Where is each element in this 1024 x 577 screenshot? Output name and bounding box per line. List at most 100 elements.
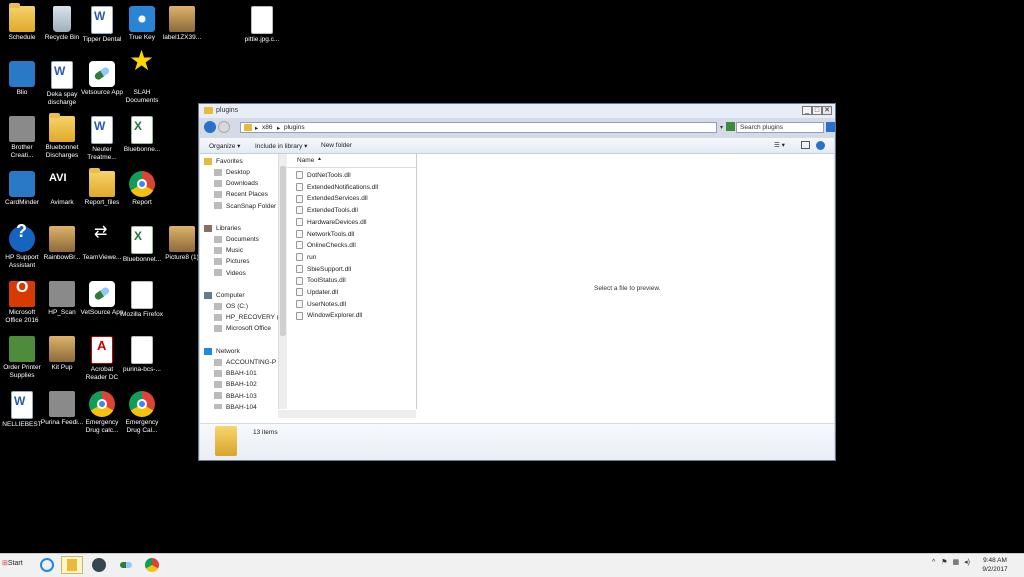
preview-pane-icon[interactable] (801, 141, 810, 149)
desktop-icon-pittie-jpg-c[interactable]: pittie.jpg.c... (240, 6, 284, 44)
file-row[interactable]: OnlineChecks.dll (296, 240, 356, 251)
desktop-icon-avimark[interactable]: Avimark (40, 171, 84, 207)
nav-item[interactable]: HP_RECOVERY (D (214, 313, 278, 323)
help-icon[interactable] (816, 141, 825, 150)
desktop-icon-nelliebest[interactable]: NELLIEBEST (0, 391, 44, 429)
desktop-icon-acrobat-reader-dc[interactable]: Acrobat Reader DC (80, 336, 124, 381)
nav-scrollbar[interactable] (278, 154, 287, 409)
nav-item[interactable]: Pictures (214, 257, 249, 267)
scrollbar-thumb[interactable] (280, 166, 286, 336)
chrome-taskbar-icon[interactable] (141, 556, 163, 574)
nav-item[interactable]: ScanSnap Folder (214, 202, 276, 212)
file-row[interactable]: UserNotes.dll (296, 299, 346, 310)
desktop-icon-schedule[interactable]: Schedule (0, 3, 44, 42)
nav-item[interactable]: Documents (214, 235, 259, 245)
network-icon[interactable]: ▦ (952, 559, 959, 566)
system-tool-icon[interactable] (88, 556, 110, 574)
desktop-icon-purina-feedi[interactable]: Purina Feedi... (40, 391, 84, 427)
desktop-icon-emergency-drug-cal[interactable]: Emergency Drug Cal... (120, 391, 164, 434)
vetsource-taskbar-icon[interactable] (115, 556, 137, 574)
desktop-icon-rainbowbr[interactable]: RainbowBr... (40, 226, 84, 262)
file-row[interactable]: HardwareDevices.dll (296, 217, 367, 228)
refresh-icon[interactable] (726, 122, 735, 131)
file-row[interactable]: DotNetTools.dll (296, 170, 351, 181)
desktop-icon-true-key[interactable]: True Key (120, 6, 164, 42)
chevron-down-icon[interactable]: ▾ (720, 124, 723, 131)
file-row[interactable]: run (296, 252, 316, 263)
desktop-icon-bluebonne[interactable]: Bluebonne... (120, 116, 164, 154)
desktop-icon-purina-bcs[interactable]: purina-bcs-... (120, 336, 164, 374)
file-row[interactable]: SbieSupport.dll (296, 264, 351, 275)
title-bar[interactable]: plugins _ □ ✕ (199, 104, 835, 118)
search-input[interactable]: Search plugins (736, 122, 824, 133)
address-bar[interactable]: ▸ x86 ▸ plugins (240, 122, 717, 133)
desktop-icon-emergency-drug-calc[interactable]: Emergency Drug calc... (80, 391, 124, 434)
forward-button[interactable] (218, 121, 230, 133)
clock[interactable]: 9:48 AM 9/2/2017 (970, 556, 1020, 574)
start-button[interactable]: ⊞Start (2, 559, 23, 567)
desktop-icon-kit-pup[interactable]: Kit Pup (40, 336, 84, 372)
desktop-icon-brother-creati[interactable]: Brother Creati... (0, 116, 44, 159)
desktop-icon-report-files[interactable]: Report_files (80, 168, 124, 207)
column-header-name[interactable]: Name ▲ (287, 154, 416, 168)
file-row[interactable]: ExtendedNotifications.dll (296, 182, 378, 193)
organize-button[interactable]: Organize ▾ (209, 142, 240, 150)
desktop-icon-slah-documents[interactable]: SLAH Documents (120, 57, 164, 104)
internet-explorer-icon[interactable] (36, 556, 58, 574)
desktop-icon-bluebonnet-discharges[interactable]: Bluebonnet Discharges (40, 113, 84, 159)
system-tray[interactable]: ^ ⚑ ▦ ◂) (932, 558, 970, 566)
minimize-button[interactable]: _ (802, 106, 812, 115)
nav-item[interactable]: Desktop (214, 168, 250, 178)
nav-item[interactable]: Recent Places (214, 190, 268, 200)
desktop-icon-hp-support-assistant[interactable]: HP Support Assistant (0, 226, 44, 269)
desktop-icon-blio[interactable]: Blio (0, 61, 44, 97)
desktop-icon-mozilla-firefox[interactable]: Mozilla Firefox (120, 281, 164, 319)
nav-item[interactable]: BBAH-103 (214, 392, 257, 402)
desktop-icon-vetsource-app[interactable]: Vetsource App (80, 61, 124, 97)
new-folder-button[interactable]: New folder (321, 142, 352, 149)
nav-item[interactable]: Music (214, 246, 243, 256)
nav-header-network[interactable]: Network (204, 347, 240, 357)
desktop-icon-tipper-dental[interactable]: Tipper Dental (80, 6, 124, 44)
show-hidden-icons-icon[interactable]: ^ (932, 559, 935, 566)
desktop-icon-bluebonnet[interactable]: Bluebonnet... (120, 226, 164, 264)
back-button[interactable] (204, 121, 216, 133)
nav-item[interactable]: Microsoft Office (214, 324, 271, 334)
desktop-icon-recycle-bin[interactable]: Recycle Bin (40, 6, 84, 42)
nav-header-computer[interactable]: Computer (204, 291, 245, 301)
view-options-icon[interactable]: ☰ ▾ (774, 141, 785, 149)
desktop-icon-order-printer-supplies[interactable]: Order Printer Supplies (0, 336, 44, 379)
nav-header-libraries[interactable]: Libraries (204, 224, 241, 234)
explorer-taskbar-icon[interactable] (61, 556, 83, 574)
file-row[interactable]: ExtendedTools.dll (296, 205, 358, 216)
close-button[interactable]: ✕ (822, 106, 832, 115)
include-in-library-button[interactable]: Include in library ▾ (255, 142, 307, 150)
nav-item[interactable]: BBAH-102 (214, 380, 257, 390)
flag-icon[interactable]: ⚑ (941, 559, 947, 566)
address-segment-x86[interactable]: x86 (262, 124, 272, 131)
file-row[interactable]: Updater.dll (296, 287, 338, 298)
desktop-icon-cardminder[interactable]: CardMinder (0, 171, 44, 207)
desktop-icon-report[interactable]: Report (120, 171, 164, 207)
desktop-icon-deka-spay-discharge[interactable]: Deka spay discharge (40, 61, 84, 106)
nav-header-favorites[interactable]: Favorites (204, 157, 243, 167)
desktop-icon-vetsource-app[interactable]: VetSource App (80, 281, 124, 317)
nav-item[interactable]: Videos (214, 269, 246, 279)
nav-item[interactable]: Downloads (214, 179, 258, 189)
maximize-button[interactable]: □ (812, 106, 822, 115)
file-row[interactable]: NetworkTools.dll (296, 229, 354, 240)
address-segment-plugins[interactable]: plugins (284, 124, 305, 131)
desktop-icon-teamviewe[interactable]: TeamViewe... (80, 226, 124, 262)
nav-item[interactable]: OS (C:) (214, 302, 248, 312)
navigation-pane[interactable]: Favorites Desktop Downloads Recent Places Sc… (200, 154, 278, 409)
desktop-icon-label1zx39[interactable]: label1ZX39... (160, 6, 204, 42)
search-icon[interactable] (826, 122, 835, 132)
nav-item[interactable]: BBAH-104 (214, 403, 257, 409)
file-row[interactable]: ExtendedServices.dll (296, 193, 368, 204)
file-row[interactable]: WindowExplorer.dll (296, 310, 362, 321)
desktop-icon-hp-scan[interactable]: HP_Scan (40, 281, 84, 317)
nav-item[interactable]: ACCOUNTING-P (214, 358, 276, 368)
desktop-icon-neuter-treatme[interactable]: Neuter Treatme... (80, 116, 124, 161)
desktop-icon-microsoft-office-2016[interactable]: Microsoft Office 2016 (0, 281, 44, 324)
file-row[interactable]: ToolStatus.dll (296, 275, 346, 286)
